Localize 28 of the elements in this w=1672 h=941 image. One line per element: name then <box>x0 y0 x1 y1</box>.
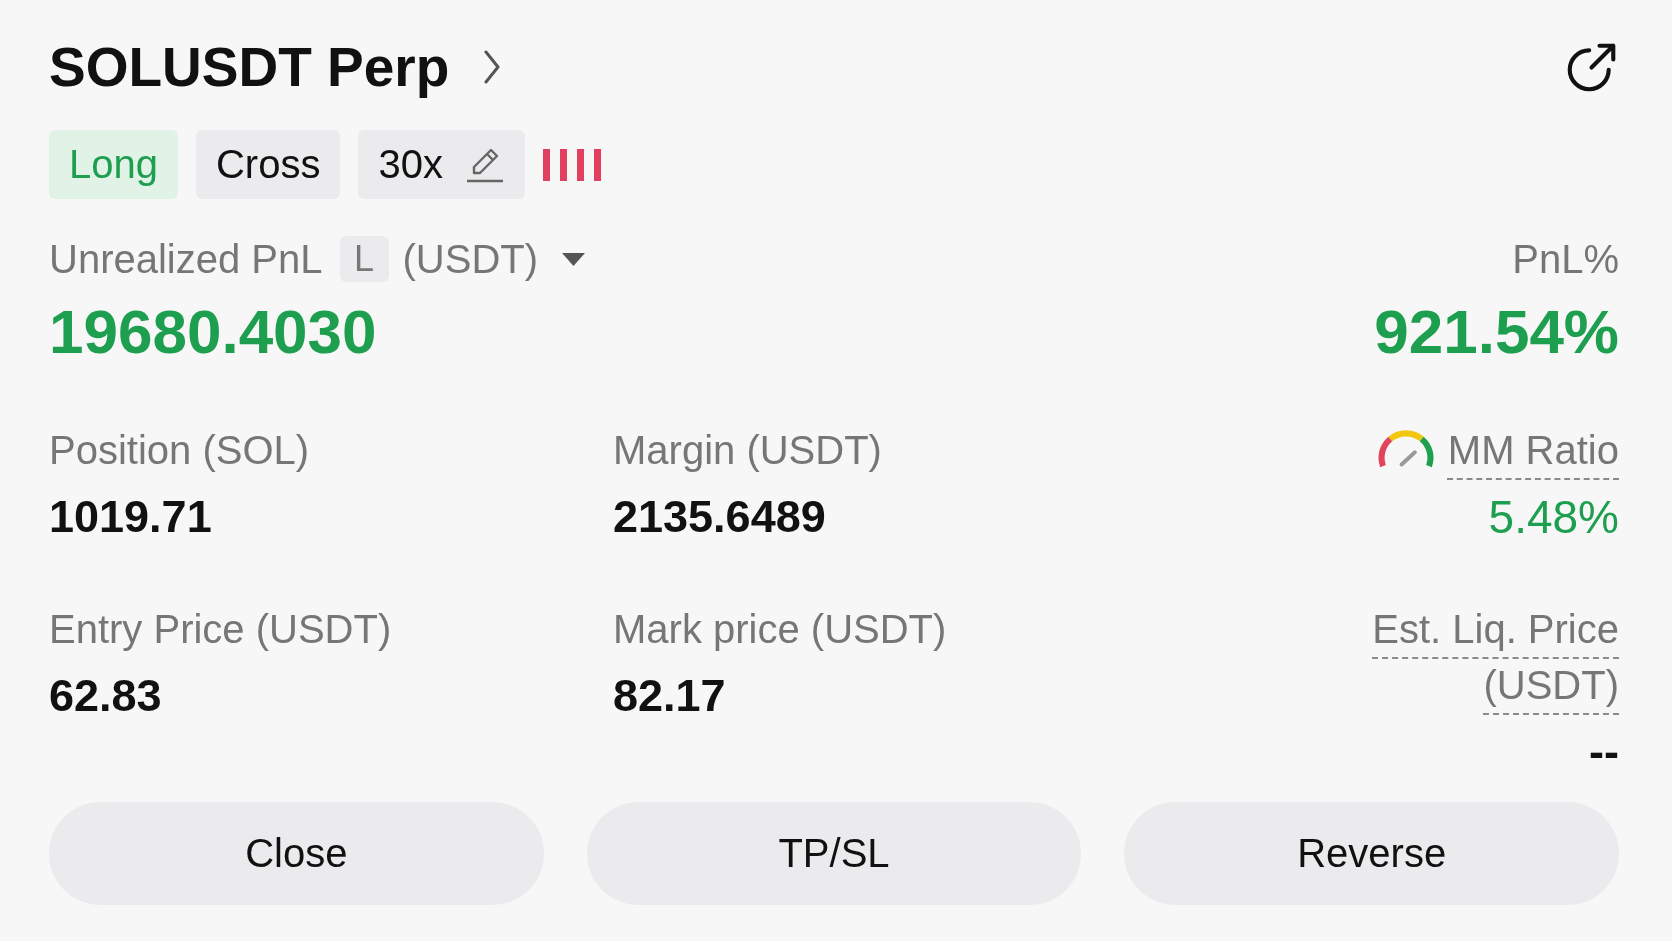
symbol-title[interactable]: SOLUSDT Perp <box>49 34 450 100</box>
stat-value: 2135.6489 <box>613 490 826 544</box>
action-button[interactable]: TP/SL <box>586 802 1082 905</box>
stat-label: MM Ratio <box>1447 428 1619 474</box>
pnl-label: Unrealized PnL <box>49 236 323 283</box>
stat-label: Mark price (USDT) <box>613 607 947 651</box>
stat-value: 82.17 <box>613 669 726 723</box>
stat-value: -- <box>1589 725 1619 779</box>
action-button[interactable]: Reverse <box>1124 802 1619 905</box>
caret-down-icon[interactable] <box>561 251 587 267</box>
stat-value: 1019.71 <box>49 490 212 544</box>
stat-value: 5.48% <box>1488 490 1619 545</box>
side-tag: Long <box>49 130 178 199</box>
stat-label: Margin (USDT) <box>613 428 882 472</box>
stat-value: 62.83 <box>49 669 162 723</box>
margin-mode-tag: Cross <box>196 130 341 199</box>
stat-label: Est. Liq. Price (USDT) <box>1372 607 1619 709</box>
pnl-value: 19680.4030 <box>49 296 378 367</box>
letter-tag: L <box>339 236 389 282</box>
stat-label: Position (SOL) <box>49 428 310 472</box>
chevron-right-icon[interactable] <box>484 50 501 84</box>
leverage-button[interactable]: 30x <box>358 130 525 199</box>
action-button[interactable]: Close <box>49 802 544 905</box>
pnl-percent-label: PnL% <box>1512 236 1619 283</box>
pnl-percent-value: 921.54% <box>1374 296 1619 367</box>
stat-label: Entry Price (USDT) <box>49 607 392 651</box>
bars-icon <box>542 148 601 181</box>
unit-label: (USDT) <box>402 236 539 283</box>
